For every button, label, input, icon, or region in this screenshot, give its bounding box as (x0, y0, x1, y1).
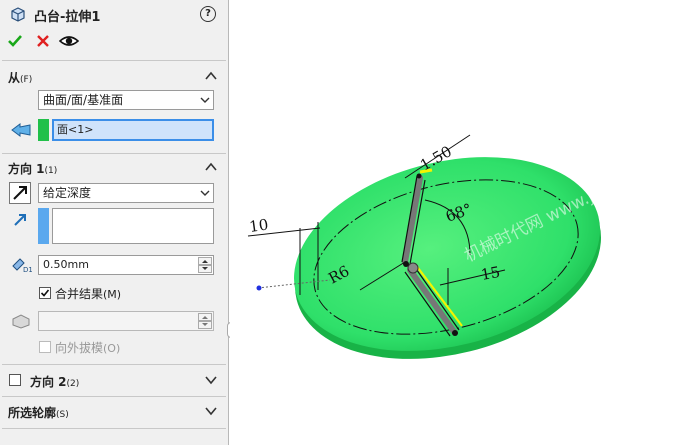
reverse-direction-icon[interactable] (9, 182, 31, 204)
spin-up-button (198, 313, 212, 321)
chevron-up-icon[interactable] (205, 161, 217, 173)
direction-reference-list[interactable] (52, 208, 214, 244)
direction2-checkbox[interactable] (9, 374, 21, 386)
depth-dimension-icon: D1 (10, 254, 33, 274)
cancel-x-icon[interactable] (35, 33, 51, 49)
spin-up-button[interactable] (198, 257, 212, 265)
chevron-down-icon (200, 97, 210, 103)
end-condition-select[interactable]: 给定深度 (38, 183, 214, 203)
depth-input[interactable]: 0.50mm (38, 255, 214, 275)
section-from-label[interactable]: 从(F) (8, 69, 32, 86)
direction-arrow-icon (12, 212, 28, 228)
sketch-endpoint[interactable] (256, 285, 262, 291)
property-manager: 凸台-拉伸1 ? 从(F) 曲面/面/基准面 面<1> 方向 1(1) 给定深度… (0, 0, 236, 445)
chevron-down-icon[interactable] (205, 405, 217, 417)
chevron-up-icon[interactable] (205, 70, 217, 82)
extrude-boss-icon (9, 5, 27, 23)
svg-text:D1: D1 (23, 266, 32, 274)
ok-check-icon[interactable] (7, 33, 23, 49)
surface-arrow-icon (10, 121, 32, 139)
from-type-select[interactable]: 曲面/面/基准面 (38, 90, 214, 110)
spin-down-button[interactable] (198, 265, 212, 273)
graphics-viewport[interactable]: 1.50 68° 10 R6 15 机械时代网 www.jixage.com (230, 0, 700, 445)
section-contours-label[interactable]: 所选轮廓(S) (8, 404, 69, 421)
dim-offset[interactable]: 15 (480, 263, 502, 284)
spin-down-button (198, 321, 212, 329)
draft-outward-checkbox (39, 341, 51, 353)
feature-title: 凸台-拉伸1 (34, 10, 101, 25)
dim-width[interactable]: 10 (248, 215, 269, 235)
draft-icon (10, 311, 32, 329)
merge-result-checkbox[interactable] (39, 287, 51, 299)
merge-result-label[interactable]: 合并结果(M) (55, 285, 121, 302)
draft-outward-label: 向外拔模(O) (55, 341, 121, 355)
from-selection-field[interactable]: 面<1> (52, 119, 214, 141)
chevron-down-icon (200, 190, 210, 196)
extruded-body[interactable] (273, 127, 621, 389)
help-button[interactable]: ? (200, 6, 216, 22)
preview-eye-icon[interactable] (58, 33, 80, 49)
draft-angle-input (38, 311, 214, 331)
section-direction2-label[interactable]: 方向 2(2) (30, 373, 79, 390)
section-direction1-label[interactable]: 方向 1(1) (8, 160, 57, 177)
from-color-swatch (38, 119, 49, 141)
chevron-down-icon[interactable] (205, 374, 217, 386)
direction-color-swatch (38, 208, 49, 244)
center-hub[interactable] (407, 262, 419, 274)
